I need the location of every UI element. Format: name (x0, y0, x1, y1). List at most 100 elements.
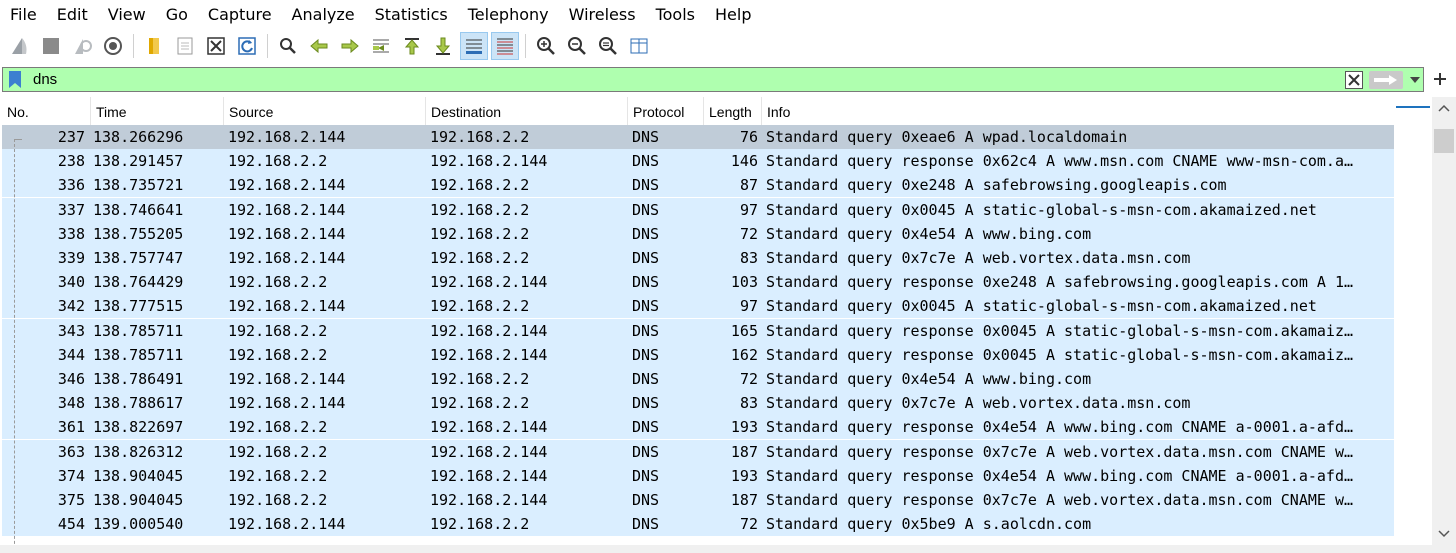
packet-protocol: DNS (632, 370, 660, 388)
column-header-source[interactable]: Source (224, 97, 426, 125)
add-filter-button[interactable] (1430, 67, 1450, 91)
packet-source: 192.168.2.144 (228, 200, 346, 219)
packet-destination: 192.168.2.2 (430, 394, 530, 413)
table-row[interactable]: 237 138.266296 192.168.2.144 192.168.2.2 DNS… (2, 125, 1394, 149)
autoscroll-icon[interactable] (460, 32, 488, 60)
table-row[interactable]: 238 138.291457 192.168.2.2 192.168.2.144 DNS… (2, 149, 1394, 174)
go-to-packet-icon[interactable] (367, 32, 395, 60)
packet-protocol: DNS (632, 297, 660, 316)
table-row[interactable]: 346 138.786491 192.168.2.144 192.168.2.2 DNS… (2, 367, 1394, 391)
toolbar-separator (133, 34, 134, 58)
packet-source: 192.168.2.2 (228, 345, 328, 364)
packet-destination: 192.168.2.2 (430, 515, 530, 534)
packet-destination: 192.168.2.2 (430, 224, 530, 243)
packet-info: Standard query 0xe248 A safebrowsing.goo… (766, 176, 1227, 195)
packet-protocol: DNS (632, 515, 660, 534)
stop-capture-icon[interactable] (37, 32, 65, 60)
horizontal-scrollbar[interactable] (0, 545, 1456, 553)
table-row[interactable]: 337 138.746641 192.168.2.144 192.168.2.2 DNS… (2, 197, 1394, 222)
table-row[interactable]: 344 138.785711 192.168.2.2 192.168.2.144 DNS… (2, 342, 1394, 367)
table-row[interactable]: 374 138.904045 192.168.2.2 192.168.2.144 DNS… (2, 463, 1394, 488)
packet-protocol: DNS (632, 128, 660, 146)
display-filter-input[interactable]: dns (33, 68, 57, 91)
table-row[interactable]: 363 138.826312 192.168.2.2 192.168.2.144 DNS… (2, 439, 1394, 464)
zoom-out-icon[interactable] (563, 32, 591, 60)
restart-capture-icon[interactable] (68, 32, 96, 60)
menu-wireless[interactable]: Wireless (559, 0, 646, 29)
menu-tools[interactable]: Tools (646, 0, 705, 29)
display-filter-field[interactable]: dns (2, 67, 1424, 92)
column-header-protocol[interactable]: Protocol (628, 97, 704, 125)
reload-file-icon[interactable] (233, 32, 261, 60)
zoom-normal-icon[interactable] (594, 32, 622, 60)
chevron-down-icon[interactable] (1407, 72, 1423, 88)
menu-go[interactable]: Go (156, 0, 198, 29)
table-row[interactable]: 454 139.000540 192.168.2.144 192.168.2.2 DNS… (2, 512, 1394, 537)
table-row[interactable]: 336 138.735721 192.168.2.144 192.168.2.2 DNS… (2, 173, 1394, 198)
table-row[interactable]: 343 138.785711 192.168.2.2 192.168.2.144 DNS… (2, 318, 1394, 343)
packet-info: Standard query response 0x0045 A static-… (766, 321, 1353, 340)
toolbar-separator (267, 34, 268, 58)
column-header-time[interactable]: Time (91, 97, 224, 125)
packet-minimap[interactable] (1396, 97, 1430, 545)
packet-info: Standard query response 0x4e54 A www.bin… (766, 466, 1353, 485)
menu-capture[interactable]: Capture (198, 0, 282, 29)
scroll-down-icon[interactable] (1432, 523, 1456, 545)
vertical-scrollbar[interactable] (1432, 97, 1456, 545)
column-header-destination[interactable]: Destination (426, 97, 628, 125)
packet-destination: 192.168.2.2 (430, 249, 530, 267)
packet-destination: 192.168.2.144 (430, 152, 548, 171)
table-row[interactable]: 339 138.757747 192.168.2.144 192.168.2.2 DNS… (2, 246, 1394, 270)
apply-filter-icon[interactable] (1369, 71, 1403, 89)
colorize-icon[interactable] (491, 32, 519, 60)
go-forward-icon[interactable] (336, 32, 364, 60)
zoom-in-icon[interactable] (532, 32, 560, 60)
close-file-icon[interactable] (202, 32, 230, 60)
column-header-no[interactable]: No. (2, 97, 91, 125)
go-back-icon[interactable] (305, 32, 333, 60)
shark-fin-start-icon[interactable] (6, 32, 34, 60)
packet-destination: 192.168.2.144 (430, 491, 548, 509)
clear-filter-icon[interactable] (1345, 71, 1363, 89)
packet-protocol: DNS (632, 273, 660, 292)
save-file-icon[interactable] (171, 32, 199, 60)
menu-file[interactable]: File (0, 0, 47, 29)
packet-time: 138.785711 (93, 321, 184, 340)
packet-source: 192.168.2.2 (228, 491, 328, 509)
menu-edit[interactable]: Edit (47, 0, 98, 29)
table-row[interactable]: 375 138.904045 192.168.2.2 192.168.2.144 DNS… (2, 488, 1394, 512)
find-packet-icon[interactable] (274, 32, 302, 60)
packet-info: Standard query response 0x7c7e A web.vor… (766, 442, 1353, 461)
packet-time: 138.764429 (93, 273, 184, 292)
menu-statistics[interactable]: Statistics (365, 0, 458, 29)
packet-info: Standard query response 0x7c7e A web.vor… (766, 491, 1353, 509)
table-row[interactable]: 348 138.788617 192.168.2.144 192.168.2.2 DNS… (2, 391, 1394, 416)
last-packet-icon[interactable] (429, 32, 457, 60)
first-packet-icon[interactable] (398, 32, 426, 60)
capture-options-icon[interactable] (99, 32, 127, 60)
filter-bookmark-icon[interactable] (8, 70, 22, 89)
open-file-icon[interactable] (140, 32, 168, 60)
scrollbar-thumb[interactable] (1434, 129, 1454, 153)
column-header-length[interactable]: Length (704, 97, 762, 125)
packet-time: 138.291457 (93, 152, 184, 171)
menu-telephony[interactable]: Telephony (458, 0, 559, 29)
table-row[interactable]: 342 138.777515 192.168.2.144 192.168.2.2 DNS… (2, 294, 1394, 319)
menu-help[interactable]: Help (705, 0, 761, 29)
packet-destination: 192.168.2.144 (430, 345, 548, 364)
menu-view[interactable]: View (98, 0, 156, 29)
packet-time: 138.757747 (93, 249, 184, 267)
packet-source: 192.168.2.2 (228, 442, 328, 461)
menu-analyze[interactable]: Analyze (282, 0, 365, 29)
packet-info: Standard query 0x0045 A static-global-s-… (766, 200, 1317, 219)
packet-length: 83 (739, 249, 758, 267)
scroll-up-icon[interactable] (1432, 97, 1456, 119)
packet-source: 192.168.2.2 (228, 418, 328, 437)
column-header-info[interactable]: Info (762, 97, 1394, 125)
packet-time: 138.904045 (93, 466, 184, 485)
table-row[interactable]: 361 138.822697 192.168.2.2 192.168.2.144 DNS… (2, 415, 1394, 440)
packet-time: 138.822697 (93, 418, 184, 437)
table-row[interactable]: 338 138.755205 192.168.2.144 192.168.2.2 DNS… (2, 221, 1394, 246)
table-row[interactable]: 340 138.764429 192.168.2.2 192.168.2.144 DNS… (2, 270, 1394, 295)
resize-columns-icon[interactable] (625, 32, 653, 60)
